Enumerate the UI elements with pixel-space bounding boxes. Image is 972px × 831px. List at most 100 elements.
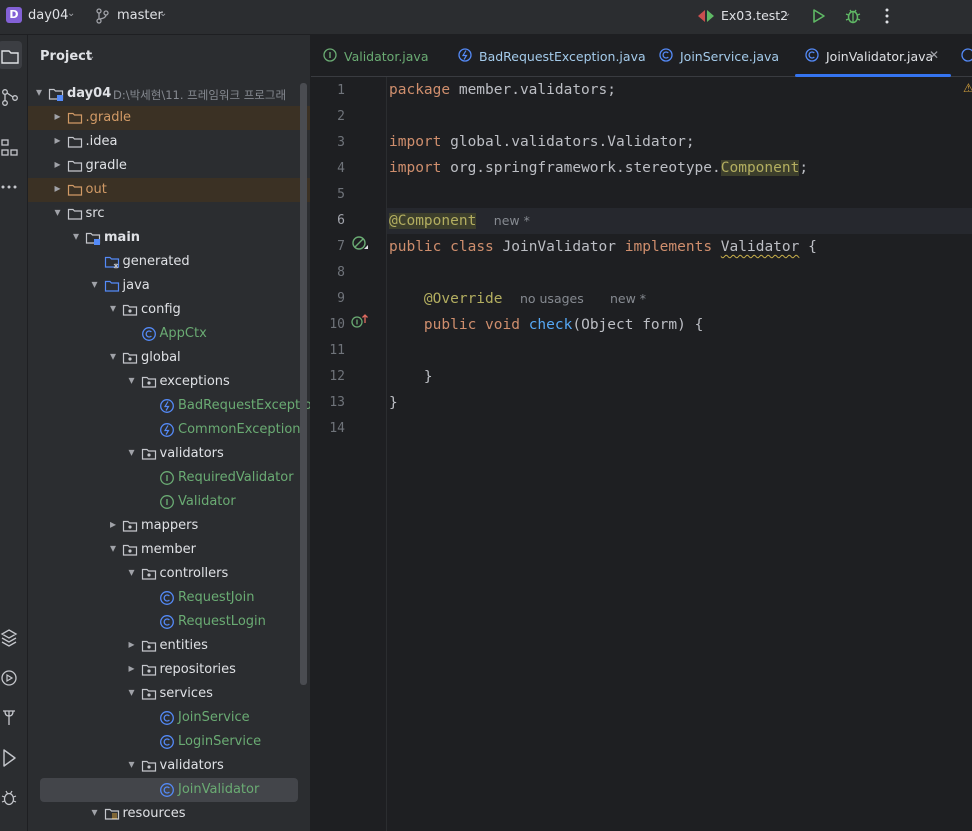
line-number: 13 [329,395,345,410]
tree-scrollbar[interactable] [300,83,307,685]
run-icon[interactable] [811,8,827,24]
tree-item-gradle[interactable]: ▸ gradle [28,154,310,178]
chevron-right-icon[interactable]: ▸ [108,517,118,531]
chevron-down-icon[interactable]: ⌄ [87,51,95,62]
tree-item-badrequestexception[interactable]: BadRequestException [28,394,310,418]
tab-validator[interactable]: Validator.java [323,35,443,76]
code-line-1: package member.validators; [389,82,616,98]
tree-item-idea[interactable]: ▸ .idea [28,130,310,154]
tree-item-generated[interactable]: generated [28,250,310,274]
tree-item-loginservice[interactable]: LoginService [28,730,310,754]
chevron-down-icon[interactable]: ▾ [127,757,137,771]
run-config-icon [698,10,714,22]
project-folder-icon[interactable] [0,46,22,68]
chevron-down-icon[interactable]: ⌄ [783,8,791,19]
tree-item-services[interactable]: ▾ services [28,682,310,706]
tab-joinservice[interactable]: JoinService.java [659,35,784,76]
chevron-down-icon[interactable]: ▾ [90,277,100,291]
tree-item-requiredvalidator[interactable]: RequiredValidator [28,466,310,490]
tree-item-label: Validator [178,494,236,509]
services-icon[interactable] [0,667,22,689]
debug-icon[interactable] [845,7,861,25]
close-icon[interactable]: ✕ [929,48,939,62]
editor-tabs: Validator.java BadRequestException.java … [311,35,972,77]
more-vertical-icon[interactable] [884,8,890,24]
implements-method-icon[interactable] [351,313,369,329]
tree-item-requestjoin[interactable]: RequestJoin [28,586,310,610]
tree-item-joinvalidator[interactable]: JoinValidator [28,778,310,802]
folder-icon [67,206,83,222]
chevron-right-icon[interactable]: ▸ [53,109,63,123]
tree-item-validator[interactable]: Validator [28,490,310,514]
tree-item-label: validators [159,758,224,773]
run-tool-icon[interactable] [0,747,22,769]
tree-item-label: AppCtx [159,326,207,341]
tree-item-day04[interactable]: ▾ day04 D:\박세현\11. 프레임워크 프로그래 [28,82,310,106]
tree-item-mappers[interactable]: ▸ mappers [28,514,310,538]
tree-item-exceptions[interactable]: ▾ exceptions [28,370,310,394]
package-icon [122,302,138,318]
chevron-down-icon[interactable]: ▾ [108,541,118,555]
tree-item-main[interactable]: ▾ main [28,226,310,250]
chevron-down-icon[interactable]: ⌄ [67,8,75,19]
tree-item-requestlogin[interactable]: RequestLogin [28,610,310,634]
code-line-10: public void check(Object form) { [423,317,704,333]
tree-item-validators[interactable]: ▾ validators [28,442,310,466]
tree-item-gradle[interactable]: ▸ .gradle [28,106,310,130]
chevron-down-icon[interactable]: ▾ [108,301,118,315]
project-badge[interactable]: D [6,7,22,23]
tree-item-joinservice[interactable]: JoinService [28,706,310,730]
chevron-right-icon[interactable]: ▸ [53,157,63,171]
warning-icon[interactable]: ⚠ [963,81,972,95]
tree-item-validators[interactable]: ▾ validators [28,754,310,778]
tree-item-global[interactable]: ▾ global [28,346,310,370]
tree-item-controllers[interactable]: ▾ controllers [28,562,310,586]
tree-item-commonexception[interactable]: CommonException [28,418,310,442]
chevron-right-icon[interactable]: ▸ [53,133,63,147]
tree-item-label: JoinValidator [178,782,260,797]
tab-joinvalidator[interactable]: JoinValidator.java ✕ [795,35,951,77]
more-tools-icon[interactable] [0,176,22,198]
chevron-right-icon[interactable]: ▸ [127,661,137,675]
chevron-down-icon[interactable]: ▾ [127,565,137,579]
layers-icon[interactable] [0,627,22,649]
chevron-down-icon[interactable]: ▾ [34,85,44,99]
tree-item-resources[interactable]: ▾ resources [28,802,310,826]
tree-item-label: .gradle [85,110,132,125]
chevron-down-icon[interactable]: ▾ [127,445,137,459]
branch-name[interactable]: master [117,8,163,23]
chevron-down-icon[interactable]: ▾ [53,205,63,219]
tree-item-repositories[interactable]: ▸ repositories [28,658,310,682]
panel-title[interactable]: Project [40,49,92,64]
tree-item-appctx[interactable]: AppCtx [28,322,310,346]
class-icon[interactable] [961,48,972,62]
tree-item-src[interactable]: ▾ src [28,202,310,226]
tree-item-java[interactable]: ▾ java [28,274,310,298]
tree-item-entities[interactable]: ▸ entities [28,634,310,658]
tree-item-out[interactable]: ▸ out [28,178,310,202]
tree-item-member[interactable]: ▾ member [28,538,310,562]
chevron-right-icon[interactable]: ▸ [53,181,63,195]
chevron-down-icon[interactable]: ▾ [108,349,118,363]
commit-icon[interactable] [0,87,22,109]
debug-tool-icon[interactable] [0,787,22,809]
tree-item-label: exceptions [159,374,230,389]
package-icon [141,446,157,462]
tree-item-label: global [141,350,181,365]
chevron-down-icon[interactable]: ▾ [71,229,81,243]
tab-badrequestexception[interactable]: BadRequestException.java [458,35,646,76]
tree-item-label: CommonException [178,422,301,437]
chevron-right-icon[interactable]: ▸ [127,637,137,651]
chevron-down-icon[interactable]: ▾ [127,373,137,387]
exception-class-icon [458,48,472,62]
chevron-down-icon[interactable]: ⌄ [159,8,167,19]
tree-item-label: gradle [85,158,127,173]
project-name[interactable]: day04 [28,8,68,23]
tree-item-config[interactable]: ▾ config [28,298,310,322]
chevron-down-icon[interactable]: ▾ [127,685,137,699]
terminal-icon[interactable] [0,707,22,729]
structure-icon[interactable] [0,137,22,159]
spring-bean-icon[interactable] [351,235,369,253]
chevron-down-icon[interactable]: ▾ [90,805,100,819]
run-config-name[interactable]: Ex03.test2 [721,8,788,23]
